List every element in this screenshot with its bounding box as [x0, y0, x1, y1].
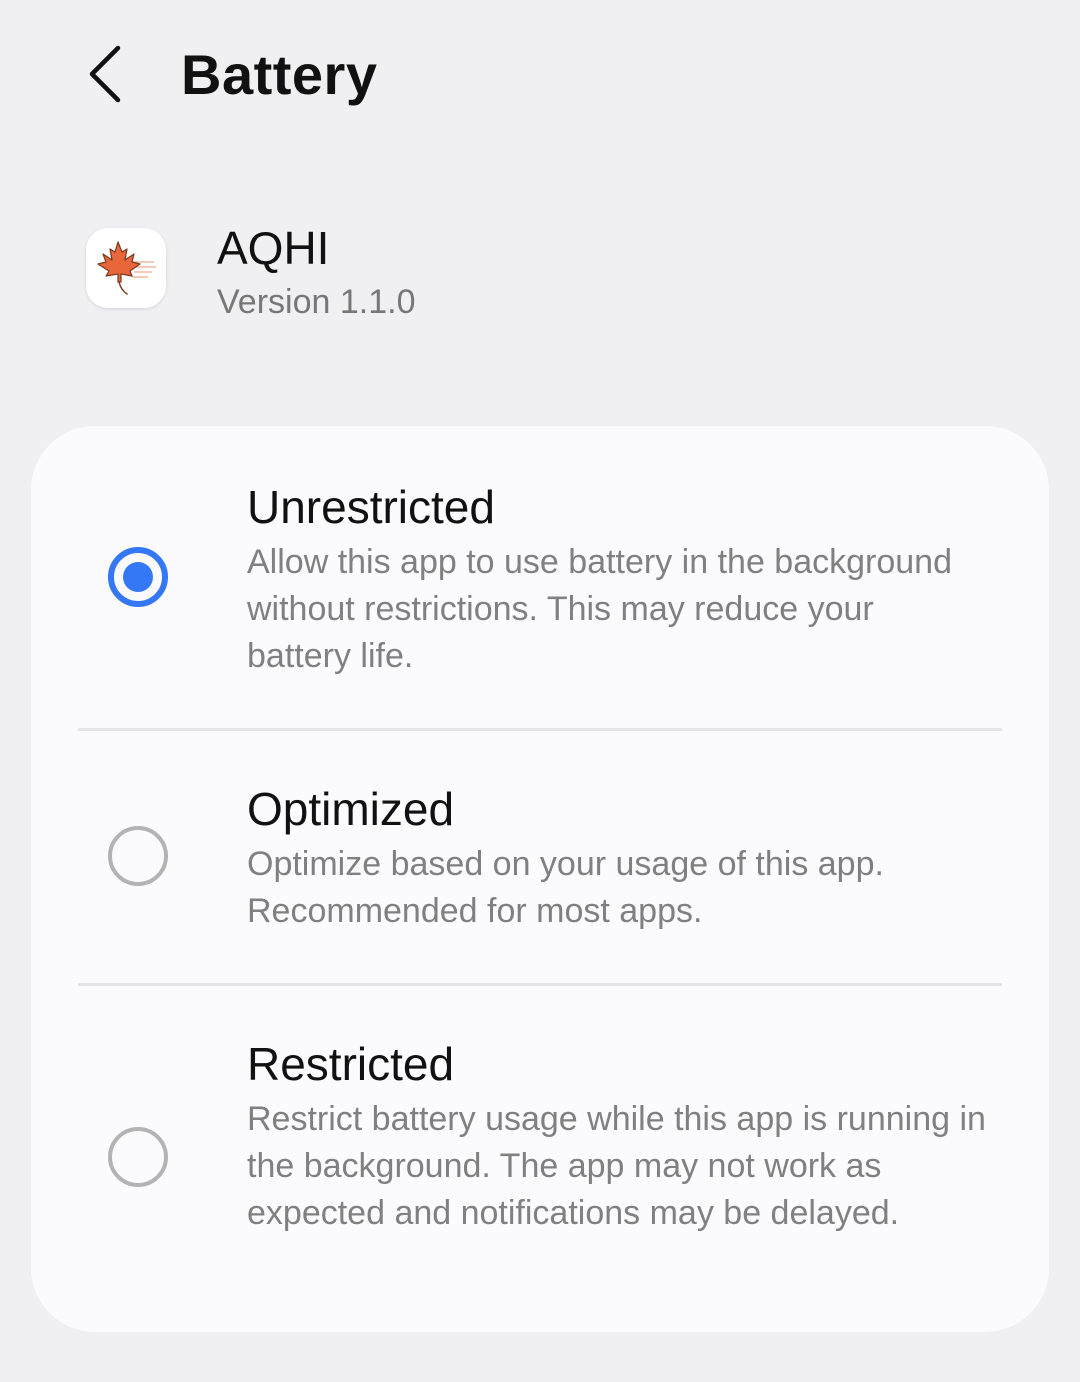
option-optimized[interactable]: Optimized Optimize based on your usage o… — [31, 731, 1049, 983]
maple-leaf-icon — [97, 241, 156, 295]
option-unrestricted[interactable]: Unrestricted Allow this app to use batte… — [31, 426, 1049, 728]
option-description: Allow this app to use battery in the bac… — [247, 543, 952, 675]
app-info: AQHI Version 1.1.0 — [0, 210, 1080, 330]
radio-button-optimized[interactable] — [108, 826, 168, 886]
radio-button-unrestricted[interactable] — [108, 547, 168, 607]
app-version: Version 1.1.0 — [217, 283, 416, 321]
radio-button-restricted[interactable] — [108, 1127, 168, 1187]
chevron-left-icon — [89, 45, 121, 103]
app-icon — [86, 228, 166, 308]
option-title: Optimized — [247, 783, 455, 835]
option-title: Restricted — [247, 1038, 455, 1090]
radio-selected-dot — [123, 562, 153, 592]
battery-options-card: Unrestricted Allow this app to use batte… — [31, 426, 1049, 1332]
app-name: AQHI — [217, 222, 330, 274]
option-title: Unrestricted — [247, 481, 495, 533]
option-restricted[interactable]: Restricted Restrict battery usage while … — [31, 986, 1049, 1332]
header-bar: Battery — [0, 0, 1080, 150]
page-title: Battery — [181, 43, 378, 106]
back-button[interactable] — [70, 36, 142, 112]
option-description: Restrict battery usage while this app is… — [247, 1100, 986, 1232]
option-description: Optimize based on your usage of this app… — [247, 845, 884, 930]
